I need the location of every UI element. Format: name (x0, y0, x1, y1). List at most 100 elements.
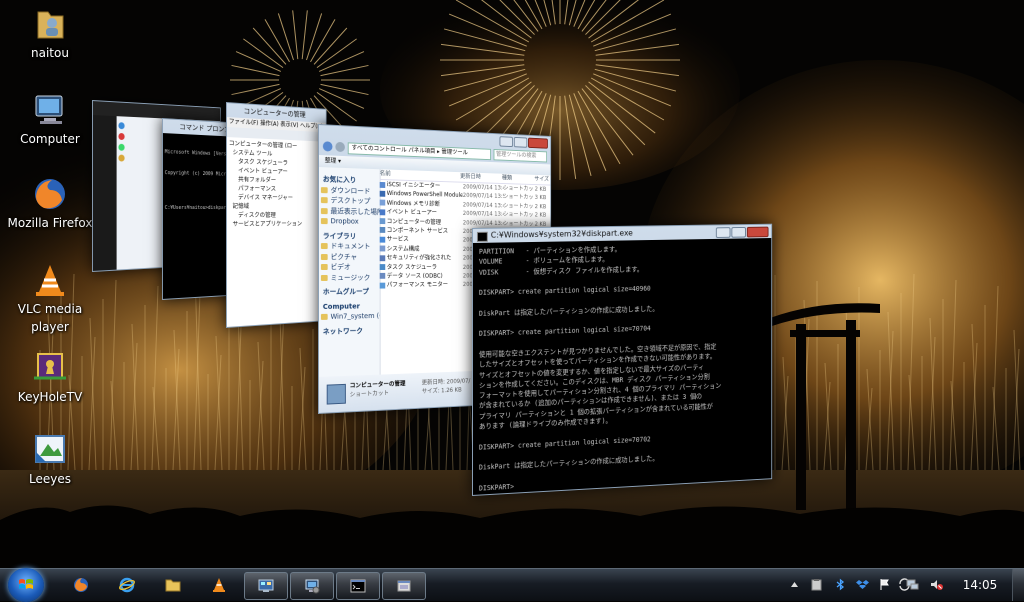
menu-action[interactable]: 操作(A) (260, 120, 279, 128)
details-icon (326, 383, 346, 405)
computer-icon (30, 92, 70, 128)
maximize-button[interactable] (513, 136, 528, 148)
close-button[interactable] (746, 226, 769, 238)
desktop-icon-firefox[interactable]: Mozilla Firefox (2, 176, 98, 232)
desktop-icon-label: VLC media player (17, 302, 83, 334)
console-output[interactable]: PARTITION - パーティションを作成します。 VOLUME - ボリューム… (472, 238, 772, 495)
control-panel-icon (258, 579, 274, 592)
shortcut-icon (379, 209, 385, 215)
desktop-icon-naitou[interactable]: naitou (2, 6, 98, 62)
vlc-cone-icon (30, 262, 70, 298)
maximize-button[interactable] (731, 226, 746, 238)
keyholetv-icon (30, 350, 70, 386)
control-panel-list (92, 115, 117, 271)
nav-libraries-header[interactable]: ライブラリ (321, 231, 378, 242)
desktop-icon-label: KeyHoleTV (17, 390, 83, 404)
dropbox-icon[interactable] (856, 578, 869, 591)
tree-item[interactable]: 記憶域 (229, 202, 324, 211)
file-name: セキュリティが強化された (386, 254, 452, 262)
minimize-button[interactable] (715, 227, 731, 238)
taskbar-admin-tools[interactable] (382, 572, 426, 600)
caption-buttons (499, 136, 548, 149)
desktop-icon-label: naitou (31, 46, 69, 60)
network-icon[interactable] (906, 578, 919, 591)
nav-item[interactable]: Win7_system (C (321, 311, 381, 322)
clipboard-icon[interactable] (810, 578, 823, 591)
file-size: 2 KB (534, 211, 547, 219)
cp-item-icon (118, 143, 125, 151)
cmd-icon (476, 231, 488, 242)
command-prompt-icon (350, 579, 366, 593)
organize-button[interactable]: 整理 ▾ (325, 157, 341, 165)
caption-buttons (715, 226, 769, 238)
navigation-pane[interactable]: お気に入り ダウンロード デスクトップ 最近表示した場所 Dropbox ライブ… (318, 167, 381, 377)
desktop-icon-label: Mozilla Firefox (7, 216, 93, 230)
file-name: タスク スケジューラ (386, 263, 438, 271)
bluetooth-icon[interactable] (834, 578, 847, 591)
minimize-button[interactable] (499, 136, 514, 148)
mmc-tree-pane: コンピューターの管理 (ロー システム ツール タスク スケジューラ イベント … (226, 137, 326, 327)
start-button[interactable] (8, 568, 44, 602)
nav-item[interactable]: Dropbox (321, 216, 378, 227)
nav-homegroup-header[interactable]: ホームグループ (321, 287, 378, 298)
shortcut-icon (379, 227, 385, 234)
nav-network-header[interactable]: ネットワーク (321, 325, 378, 337)
desktop-icon-leeyes[interactable]: Leeyes (2, 432, 98, 488)
shortcut-icon (379, 245, 385, 252)
column-date[interactable]: 更新日時 (460, 172, 502, 183)
column-size[interactable]: サイズ (534, 175, 550, 185)
computer-management-icon (305, 579, 320, 594)
cp-item-icon (118, 122, 125, 130)
show-desktop-button[interactable] (1012, 569, 1024, 601)
details-type: ショートカット (349, 389, 389, 399)
windows-flag-icon (19, 579, 33, 589)
diskpart-console-window[interactable]: C:¥Windows¥system32¥diskpart.exe PARTITI… (472, 223, 773, 496)
shortcut-icon (379, 181, 385, 188)
desktop-icon-vlc[interactable]: VLC media player (2, 262, 98, 336)
clock[interactable]: 14:05 (958, 569, 1002, 601)
window-title: C:¥Windows¥system32¥diskpart.exe (490, 228, 633, 240)
nav-item[interactable]: ピクチャ (321, 252, 378, 263)
desktop-icon-computer[interactable]: Computer (2, 92, 98, 148)
shortcut-icon (379, 264, 385, 270)
desktop-icon-label: Leeyes (29, 472, 71, 486)
search-placeholder: 管理ツールの検索 (496, 150, 537, 160)
show-hidden-icons-arrow-icon[interactable] (788, 578, 801, 591)
close-button[interactable] (528, 137, 548, 149)
taskbar-control-panel[interactable] (244, 572, 288, 600)
menu-view[interactable]: 表示(V) (280, 121, 298, 129)
shortcut-icon (379, 273, 385, 280)
shortcut-icon (379, 254, 385, 261)
search-box[interactable]: 管理ツールの検索 (493, 149, 548, 163)
cp-item-icon (118, 132, 125, 141)
forward-button[interactable] (335, 141, 345, 153)
nav-item[interactable]: ドキュメント (321, 241, 378, 252)
details-size: サイズ: 1.26 KB (421, 386, 462, 396)
volume-muted-icon[interactable] (930, 578, 943, 591)
back-button[interactable] (322, 141, 333, 152)
file-size: 3 KB (534, 194, 547, 202)
action-center-flag-icon[interactable] (878, 578, 891, 591)
desktop-icon-keyholetv[interactable]: KeyHoleTV (2, 350, 98, 406)
taskbar-explorer[interactable] (152, 572, 194, 598)
tree-item[interactable]: ディスクの管理 (229, 211, 324, 220)
taskbar: 14:05 (0, 568, 1024, 602)
taskbar-vlc[interactable] (198, 572, 240, 598)
cp-item-icon (118, 154, 125, 162)
window-icon (397, 580, 411, 592)
nav-item[interactable]: ミュージック (321, 272, 378, 283)
column-type[interactable]: 種類 (502, 174, 534, 184)
file-size: 2 KB (534, 203, 547, 211)
shortcut-icon (379, 190, 385, 197)
taskbar-command-prompt[interactable] (336, 572, 380, 600)
taskbar-firefox[interactable] (60, 572, 102, 598)
tree-item[interactable]: サービスとアプリケーション (229, 220, 324, 229)
shortcut-icon (379, 199, 385, 206)
menu-file[interactable]: ファイル(F) (229, 118, 259, 127)
taskbar-computer-management[interactable] (290, 572, 334, 600)
taskbar-internet-explorer[interactable] (106, 572, 148, 598)
folder-icon (165, 579, 181, 592)
internet-explorer-icon (119, 577, 135, 593)
nav-item[interactable]: ビデオ (321, 262, 378, 272)
computer-management-window[interactable]: コンピューターの管理 ファイル(F) 操作(A) 表示(V) ヘルプ(H) コン… (226, 102, 327, 328)
